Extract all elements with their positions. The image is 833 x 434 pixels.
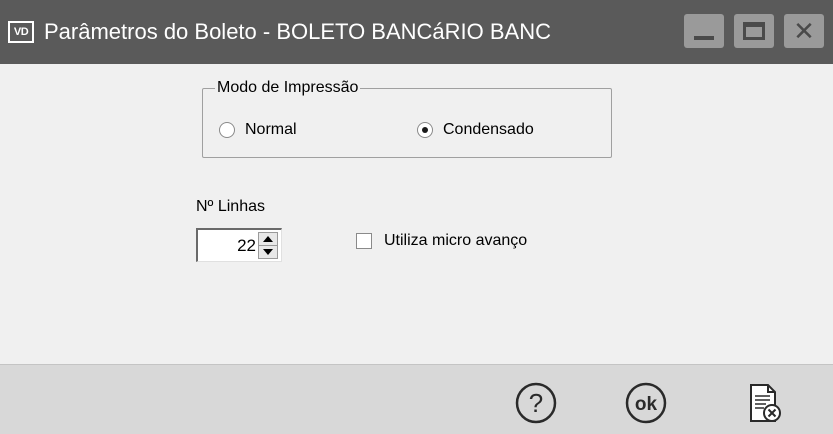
spinner-buttons xyxy=(258,232,278,259)
micro-advance-checkbox[interactable] xyxy=(356,233,372,249)
print-mode-legend: Modo de Impressão xyxy=(215,77,361,99)
title-bar[interactable]: VD Parâmetros do Boleto - BOLETO BANCáRI… xyxy=(0,0,833,64)
minimize-button[interactable] xyxy=(684,14,724,48)
dialog-window: VD Parâmetros do Boleto - BOLETO BANCáRI… xyxy=(0,0,833,434)
radio-normal-label[interactable]: Normal xyxy=(245,121,297,139)
micro-advance-checkbox-row[interactable]: Utiliza micro avanço xyxy=(356,230,527,252)
help-icon: ? xyxy=(515,382,557,424)
spinner-up-icon[interactable] xyxy=(259,233,277,246)
print-mode-group: Modo de Impressão Normal Condensado xyxy=(202,77,612,158)
close-button[interactable]: ✕ xyxy=(784,14,824,48)
help-button[interactable]: ? xyxy=(514,381,558,425)
radio-normal-circle[interactable] xyxy=(219,122,235,138)
radio-condensado-label[interactable]: Condensado xyxy=(443,121,534,139)
ok-button[interactable]: ok xyxy=(624,381,668,425)
cancel-document-icon xyxy=(750,384,781,422)
radio-condensado[interactable]: Condensado xyxy=(417,119,534,141)
lines-label: Nº Linhas xyxy=(196,198,265,215)
close-icon: ✕ xyxy=(793,16,815,46)
ok-icon: ok xyxy=(625,382,667,424)
svg-text:ok: ok xyxy=(635,394,658,415)
button-bar: ? ok xyxy=(0,364,833,434)
dialog-content: Modo de Impressão Normal Condensado Nº L… xyxy=(0,64,833,364)
radio-normal[interactable]: Normal xyxy=(219,119,297,141)
app-icon[interactable]: VD xyxy=(8,21,34,43)
spinner-down-icon[interactable] xyxy=(259,246,277,258)
maximize-button[interactable] xyxy=(734,14,774,48)
window-title: Parâmetros do Boleto - BOLETO BANCáRIO B… xyxy=(44,19,551,44)
cancel-button[interactable] xyxy=(742,381,786,425)
lines-spinner[interactable]: 22 xyxy=(196,228,282,262)
maximize-icon xyxy=(743,22,765,40)
radio-condensado-circle[interactable] xyxy=(417,122,433,138)
minimize-icon xyxy=(694,36,714,40)
lines-value[interactable]: 22 xyxy=(198,230,256,261)
micro-advance-label[interactable]: Utiliza micro avanço xyxy=(384,232,527,250)
svg-text:?: ? xyxy=(529,388,543,418)
